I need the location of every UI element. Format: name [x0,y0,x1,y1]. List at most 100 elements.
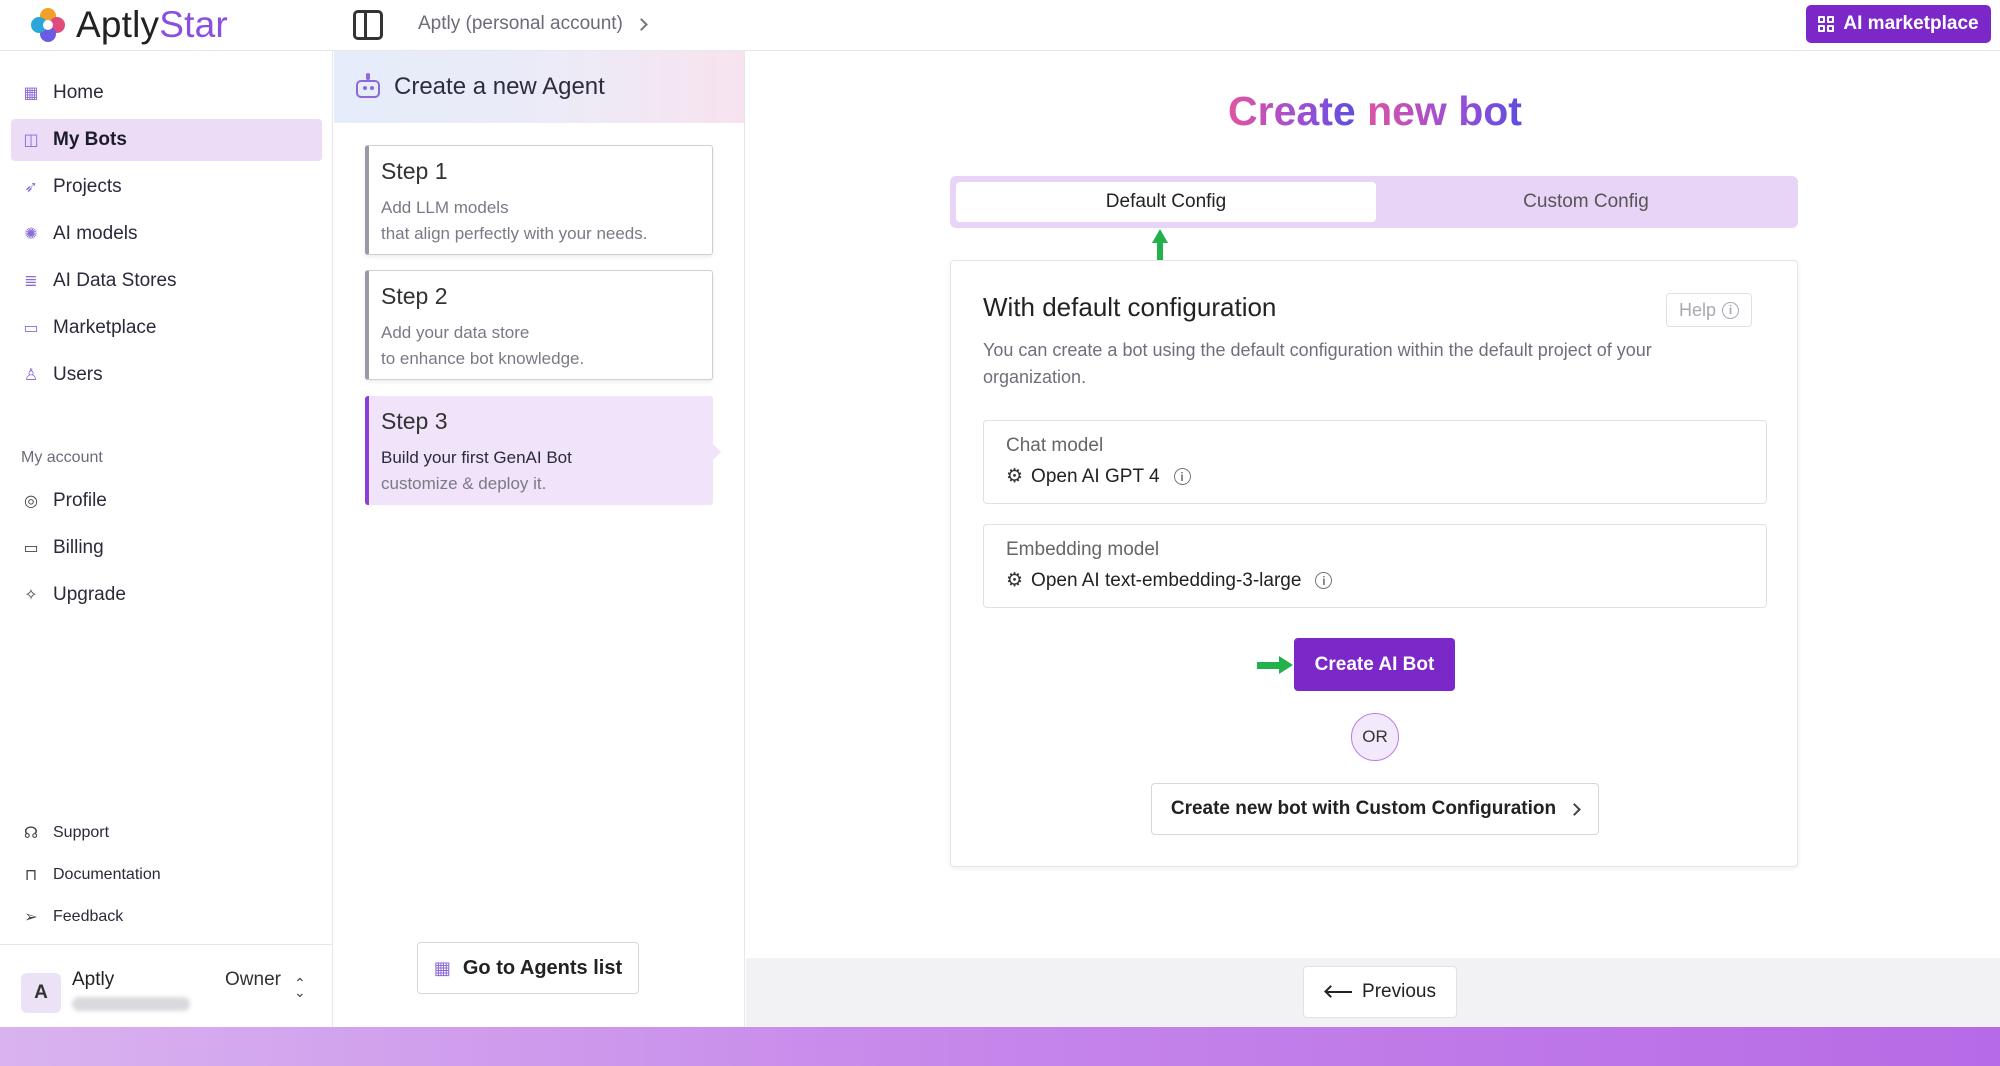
bottom-gradient-strip [0,1027,2000,1066]
user-account-switcher[interactable]: A Aptly Owner ⌃ ⌄ [0,944,333,1027]
embedding-model-label: Embedding model [1006,539,1160,560]
sidebar-item-label: Upgrade [53,584,126,605]
steps-panel: Create a new Agent Step 1 Add LLM models… [334,51,745,1027]
embedding-model-name: Open AI text-embedding-3-large [1031,569,1302,591]
check-circle-icon: ◎ [24,493,38,510]
info-icon[interactable]: i [1173,468,1191,485]
my-account-section-label: My account [21,449,103,466]
step-card-2[interactable]: Step 2 Add your data store to enhance bo… [365,270,713,380]
page-title-part1: Create [1228,88,1356,134]
user-email-redacted [72,997,190,1011]
embedding-model-box: Embedding model ⚙ Open AI text-embedding… [983,524,1767,608]
user-icon: ♙ [23,367,39,384]
sidebar-item-ai-models[interactable]: ✺ AI models [11,213,322,255]
openai-icon: ⚙ [1006,466,1024,487]
go-to-agents-list-label: Go to Agents list [462,956,623,979]
sidebar-item-label: AI models [53,223,138,244]
ai-marketplace-button[interactable]: AI marketplace [1806,5,1991,43]
tab-custom-config[interactable]: Custom Config [1380,182,1792,222]
sidebar-item-label: Home [53,82,104,103]
sidebar-item-label: Feedback [53,908,124,925]
steps-panel-header: Create a new Agent [334,51,744,123]
headset-icon: ☊ [23,825,39,842]
chevron-right-icon [635,17,648,31]
sidebar-item-profile[interactable]: ◎ Profile [11,480,322,522]
sidebar-item-label: Profile [53,490,107,511]
bot-icon: ◫ [23,132,39,149]
step-description-line2: to enhance bot knowledge. [381,349,585,368]
home-grid-icon: ▦ [23,85,39,102]
default-config-card: With default configuration Help i You ca… [950,260,1798,867]
ai-model-icon: ✺ [24,226,38,243]
sidebar-item-documentation[interactable]: ⊓ Documentation [21,865,161,885]
sidebar-item-users[interactable]: ♙ Users [11,354,322,396]
step-card-3[interactable]: Step 3 Build your first GenAI Bot custom… [365,396,721,505]
step-title: Step 3 [381,408,448,434]
help-label: Help [1678,299,1717,320]
help-button[interactable]: Help i [1666,293,1752,327]
previous-button[interactable]: Previous [1303,966,1457,1018]
step-title: Step 2 [381,283,448,309]
sidebar-item-home[interactable]: ▦ Home [11,72,322,114]
sidebar-item-label: AI Data Stores [53,270,177,291]
sidebar-item-label: Projects [53,176,122,197]
green-arrow-right-icon [1257,656,1295,674]
step-description-line1: Build your first GenAI Bot [381,448,572,467]
go-to-agents-list-button[interactable]: ▦ Go to Agents list [417,942,639,994]
sidebar-item-billing[interactable]: ▭ Billing [11,527,322,569]
avatar: A [21,973,61,1013]
chat-model-box: Chat model ⚙ Open AI GPT 4 i [983,420,1767,504]
embedding-model-value: ⚙ Open AI text-embedding-3-large i [1006,569,1333,592]
chat-model-name: Open AI GPT 4 [1031,465,1160,487]
breadcrumb[interactable]: Aptly (personal account) [418,13,648,35]
sidebar-item-label: Marketplace [53,317,157,338]
sidebar-item-projects[interactable]: ➶ Projects [11,166,322,208]
book-icon: ⊓ [24,867,38,884]
step-card-1[interactable]: Step 1 Add LLM models that align perfect… [365,145,713,255]
sidebar-item-label: Documentation [53,866,161,883]
card-icon: ▭ [23,540,39,557]
info-icon[interactable]: i [1315,572,1333,589]
sidebar-item-support[interactable]: ☊ Support [21,823,109,843]
chat-model-value: ⚙ Open AI GPT 4 i [1006,465,1191,488]
footer-bar: Previous [746,958,2000,1027]
sidebar-item-my-bots[interactable]: ◫ My Bots [11,119,322,161]
grid-plus-icon [1818,15,1835,33]
robot-icon [354,73,382,101]
config-tabs: Default Config Custom Config [950,176,1798,228]
card-description: You can create a bot using the default c… [983,340,1652,387]
chevron-up-down-icon[interactable]: ⌃ ⌄ [294,976,306,999]
tab-default-config[interactable]: Default Config [956,182,1376,222]
ai-marketplace-label: AI marketplace [1843,13,1979,34]
sidebar-item-label: My Bots [53,129,127,150]
create-ai-bot-button[interactable]: Create AI Bot [1294,638,1455,691]
sidebar-item-marketplace[interactable]: ▭ Marketplace [11,307,322,349]
sidebar-item-label: Users [53,364,103,385]
sidebar-item-feedback[interactable]: ➢ Feedback [21,907,123,927]
card-title: With default configuration [983,292,1277,322]
step-description-line2: that align perfectly with your needs. [381,224,648,243]
user-role: Owner [225,969,281,990]
sidebar-toggle-icon[interactable] [353,10,383,40]
create-custom-bot-label: Create new bot with Custom Configuration [1170,798,1557,819]
sidebar-item-upgrade[interactable]: ✧ Upgrade [11,574,322,616]
or-divider: OR [1351,713,1399,761]
top-bar: AptlyStar Aptly (personal account) AI ma… [0,0,2000,51]
chat-model-label: Chat model [1006,435,1104,456]
steps-panel-title: Create a new Agent [394,73,605,100]
step-description-line2: customize & deploy it. [381,474,547,493]
sidebar: ▦ Home ◫ My Bots ➶ Projects ✺ AI models … [0,51,333,1027]
breadcrumb-account[interactable]: Aptly (personal account) [418,13,623,35]
sidebar-item-label: Support [53,824,110,841]
send-icon: ➢ [24,909,38,926]
step-title: Step 1 [381,158,448,184]
chevron-right-icon [1568,802,1582,816]
create-custom-bot-button[interactable]: Create new bot with Custom Configuration [1151,783,1599,835]
page-title-part2: new bot [1355,88,1522,134]
sparkle-icon: ✧ [24,587,38,604]
aptlystar-logo-icon [31,8,65,42]
sidebar-item-ai-data-stores[interactable]: ≣ AI Data Stores [11,260,322,302]
previous-label: Previous [1362,981,1436,1002]
app-logo[interactable]: AptlyStar [28,4,228,46]
sidebar-item-label: Billing [53,537,104,558]
